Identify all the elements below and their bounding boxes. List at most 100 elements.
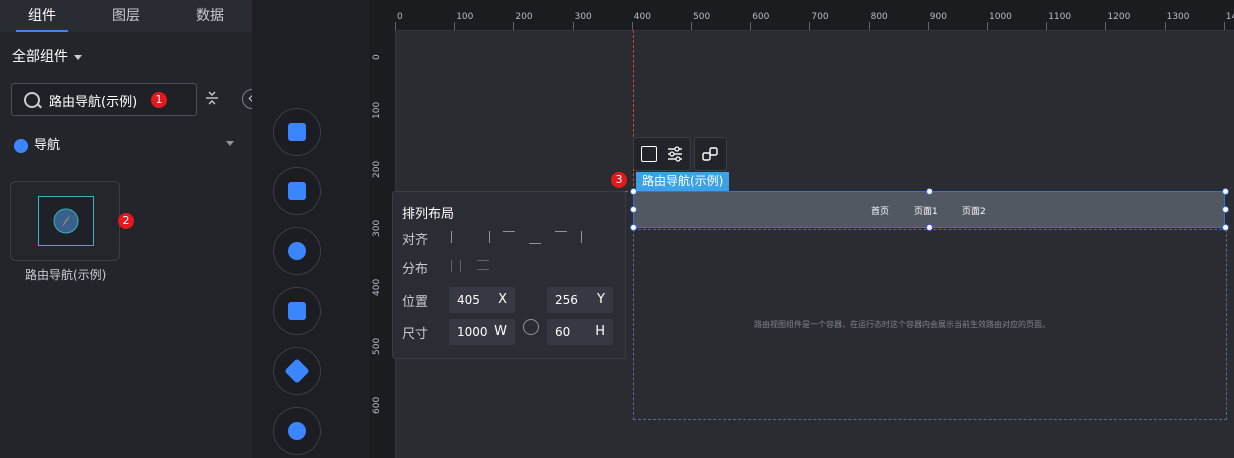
ruler-top-tick-label: 800	[870, 12, 888, 22]
ruler-left-tick-label: 400	[372, 278, 382, 296]
component-panel: 组件 图层 数据 全部组件 路由导航(示例) 1 导航 2 路由导航(示例)	[0, 0, 253, 458]
chart-icon	[288, 123, 306, 141]
ruler-top-tick-label: 1200	[1107, 12, 1131, 22]
ruler-top-tick	[513, 22, 515, 30]
control-icon	[284, 358, 310, 384]
position-x-field[interactable]: 405 X	[449, 287, 515, 313]
ruler-top-tick	[1046, 22, 1048, 30]
step-badge-2: 2	[118, 213, 134, 229]
ruler-top-tick	[809, 22, 811, 30]
tab-layers[interactable]: 图层	[84, 0, 168, 32]
component-card-router-nav[interactable]	[10, 181, 120, 261]
step-badge-3: 3	[611, 172, 627, 188]
resize-handle-bl[interactable]	[630, 224, 637, 231]
search-icon	[24, 92, 40, 108]
rail-control-button[interactable]	[273, 347, 321, 395]
text-icon	[288, 302, 306, 320]
ruler-top-tick	[750, 22, 752, 30]
map-icon	[288, 242, 306, 260]
sort-icon[interactable]	[205, 90, 219, 106]
rail-map-button[interactable]	[273, 227, 321, 275]
image-icon[interactable]	[641, 146, 657, 162]
selected-component-tag: 路由导航(示例)	[636, 172, 730, 191]
position-y-unit: Y	[597, 292, 605, 307]
ruler-left-tick-label: 0	[372, 54, 382, 60]
all-components-dropdown[interactable]: 全部组件	[12, 46, 82, 66]
resize-handle-r[interactable]	[1222, 206, 1229, 213]
rail-text-button[interactable]	[273, 287, 321, 335]
component-toolbar	[633, 137, 691, 171]
media-icon	[288, 182, 306, 200]
distribute-horizontal-icon[interactable]	[451, 260, 461, 272]
ruler-top-tick-label: 400	[633, 12, 651, 22]
rail-other-button[interactable]	[273, 407, 321, 455]
ruler-top-tick	[395, 22, 396, 30]
chevron-down-icon[interactable]	[226, 141, 234, 146]
ruler-left-tick-label: 100	[372, 101, 382, 119]
ruler-top-tick	[1105, 22, 1107, 30]
all-components-label: 全部组件	[12, 49, 68, 65]
rail-chart-button[interactable]	[273, 108, 321, 156]
align-hcenter-icon[interactable]	[581, 231, 588, 243]
ruler-top-tick-label: 300	[574, 12, 592, 22]
ruler-top-tick	[631, 22, 633, 30]
size-h-field[interactable]: 60 H	[547, 319, 613, 345]
tab-data[interactable]: 数据	[168, 0, 252, 32]
navigation-icon	[14, 138, 28, 153]
nav-link-home[interactable]: 首页	[871, 204, 889, 217]
align-right-icon[interactable]	[477, 231, 490, 243]
ruler-left-tick-label: 600	[372, 396, 382, 414]
align-top-icon[interactable]	[503, 231, 515, 244]
ruler-top-tick-label: 0	[397, 12, 403, 22]
layout-panel-title: 排列布局	[402, 207, 455, 222]
ruler-top-tick-label: 200	[515, 12, 533, 22]
link-component-icon[interactable]	[702, 146, 718, 162]
align-left-icon[interactable]	[451, 231, 464, 243]
size-w-field[interactable]: 1000 W	[449, 319, 515, 345]
settings-sliders-icon[interactable]	[667, 146, 683, 162]
component-toolbar-2	[694, 137, 727, 171]
category-navigation[interactable]: 导航	[14, 134, 60, 153]
ruler-top-tick	[1164, 22, 1166, 30]
ruler-top-tick-label: 1400	[1225, 12, 1234, 22]
position-y-value: 256	[555, 293, 578, 307]
panel-tabs: 组件 图层 数据	[0, 0, 252, 32]
align-vcenter-icon[interactable]	[555, 231, 567, 238]
ruler-top-tick	[454, 22, 456, 30]
search-input[interactable]: 路由导航(示例) 1	[11, 83, 197, 116]
tab-components[interactable]: 组件	[0, 0, 84, 32]
position-x-value: 405	[457, 293, 480, 307]
ruler-top-tick	[927, 22, 929, 30]
ruler-top-tick-label: 1000	[989, 12, 1012, 22]
nav-link-page2[interactable]: 页面2	[962, 204, 986, 217]
ruler-top-tick	[987, 22, 988, 30]
ruler-top-tick-label: 700	[811, 12, 829, 22]
size-w-value: 1000	[457, 325, 488, 339]
resize-handle-tr[interactable]	[1222, 188, 1229, 195]
nav-link-page1[interactable]: 页面1	[914, 204, 938, 217]
lock-ratio-icon[interactable]	[523, 319, 539, 335]
rail-media-button[interactable]	[273, 167, 321, 215]
ruler-top: 0 100 200 300 400 500 600 700 800 900 1000 1100 1200…	[370, 0, 1234, 31]
position-label: 位置	[402, 295, 429, 310]
resize-handle-br[interactable]	[1222, 224, 1229, 231]
position-y-field[interactable]: 256 Y	[547, 287, 613, 313]
other-icon	[288, 422, 306, 440]
resize-handle-l[interactable]	[630, 206, 637, 213]
router-view-placeholder: 路由视图组件是一个容器，在运行态时这个容器内会展示当前生效路由对应的页面。	[754, 320, 1050, 329]
align-bottom-icon[interactable]	[529, 231, 541, 244]
resize-handle-b[interactable]	[926, 224, 933, 231]
ruler-top-tick	[572, 22, 574, 30]
distribute-vertical-icon[interactable]	[477, 260, 489, 270]
ruler-left-tick-label: 500	[372, 337, 382, 355]
router-nav-component[interactable]: 首页 页面1 页面2	[633, 191, 1225, 228]
size-label: 尺寸	[402, 327, 429, 342]
resize-handle-t[interactable]	[926, 188, 933, 195]
ruler-top-tick-label: 600	[752, 12, 770, 22]
ruler-top-tick-label: 1100	[1048, 12, 1072, 22]
ruler-top-tick	[868, 22, 870, 30]
step-badge-1: 1	[151, 92, 167, 108]
position-x-unit: X	[498, 292, 507, 307]
size-h-unit: H	[595, 324, 605, 339]
ruler-top-tick-label: 900	[929, 12, 947, 22]
